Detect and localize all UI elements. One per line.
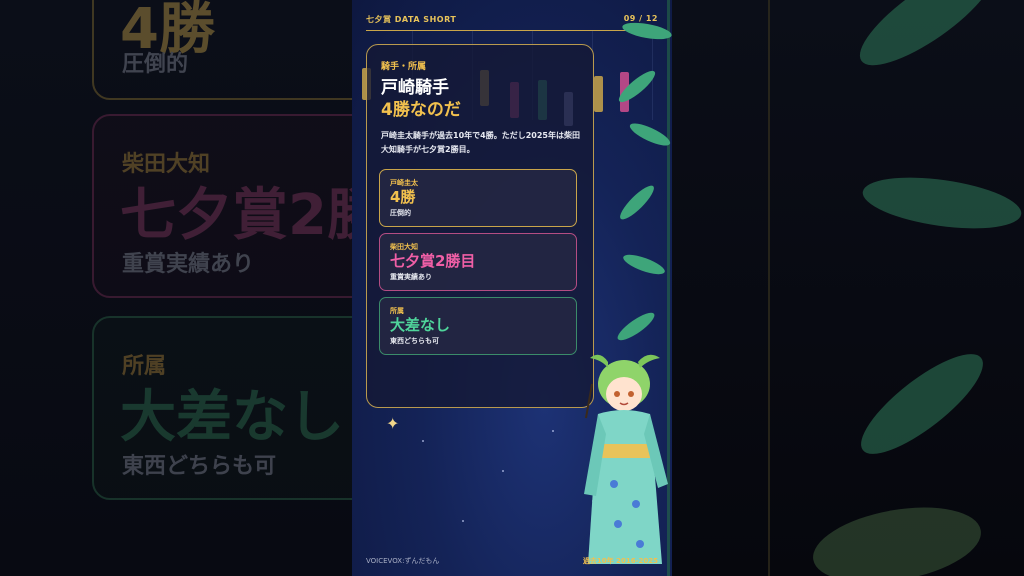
panel-title-line1: 戸崎騎手 (381, 78, 449, 98)
candle-bar (594, 76, 603, 112)
ghost-grid-line (768, 0, 770, 576)
ghost-card-1-sub: 圧倒的 (122, 52, 189, 77)
header-bar: 七夕賞 DATA SHORT 09 / 12 (366, 14, 658, 31)
ghost-card-3-sub: 東西どちらも可 (122, 454, 277, 479)
ghost-leaf (848, 338, 996, 470)
stat-card-label: 柴田大知 (390, 243, 418, 251)
stat-card-value: 七夕賞2勝目 (390, 252, 476, 270)
stat-card-label: 戸崎圭太 (390, 179, 418, 187)
bamboo-leaf (621, 250, 667, 279)
voice-credit: VOICEVOX:ずんだもん (366, 557, 440, 565)
ghost-card-2-sub: 重賞実績あり (122, 252, 255, 277)
section-label: 騎手・所属 (381, 62, 427, 72)
zundamon-character (584, 354, 668, 564)
bamboo-leaf (614, 308, 658, 345)
bamboo-leaf (627, 119, 672, 150)
bamboo-leaf (616, 181, 658, 224)
phone-screen: 七夕賞 DATA SHORT 09 / 12 ✦ 騎手・所属 戸崎騎手 4勝なの… (352, 0, 672, 576)
stat-card-sub: 東西どちらも可 (390, 337, 439, 345)
data-range: 過去10年 2016-2025 (582, 557, 658, 565)
stat-card-affiliation: 所属 大差なし 東西どちらも可 (379, 297, 577, 355)
panel-title-line2: 4勝なのだ (381, 100, 461, 120)
ghost-card-1: 4勝 圧倒的 (92, 0, 352, 100)
ghost-leaf (847, 0, 1007, 82)
content-panel: 騎手・所属 戸崎騎手 4勝なのだ 戸崎圭太騎手が過去10年で4勝。ただし2025… (366, 44, 594, 408)
ghost-card-2: 柴田大知 七夕賞2勝 重賞実績あり (92, 114, 352, 298)
ghost-card-3: 所属 大差なし 東西どちらも可 (92, 316, 352, 500)
stat-card-value: 大差なし (390, 316, 451, 334)
ghost-leaf (807, 495, 987, 576)
stat-card-sub: 圧倒的 (390, 209, 411, 217)
bamboo-leaf (621, 19, 672, 43)
star-dot (502, 470, 504, 472)
stat-card-value: 4勝 (390, 188, 416, 206)
header-title: 七夕賞 DATA SHORT (366, 15, 457, 24)
ghost-card-2-label: 柴田大知 (122, 152, 211, 177)
ghost-card-3-label: 所属 (122, 354, 167, 379)
stat-card-shibata: 柴田大知 七夕賞2勝目 重賞実績あり (379, 233, 577, 291)
panel-description: 戸崎圭太騎手が過去10年で4勝。ただし2025年は柴田大知騎手が七夕賞2勝目。 (381, 131, 580, 154)
panel-title: 戸崎騎手 4勝なのだ (381, 77, 461, 121)
ghost-card-3-value: 大差なし (120, 385, 344, 450)
background-left: 4勝 圧倒的 柴田大知 七夕賞2勝 重賞実績あり 所属 大差なし 東西どちらも可 (0, 0, 352, 576)
star-dot (462, 520, 464, 522)
sparkle-icon: ✦ (386, 414, 400, 433)
stat-card-jockey: 戸崎圭太 4勝 圧倒的 (379, 169, 577, 227)
stat-card-label: 所属 (390, 307, 404, 315)
stat-card-sub: 重賞実績あり (390, 273, 432, 281)
background-right (672, 0, 1024, 576)
star-dot (422, 440, 424, 442)
star-dot (552, 430, 554, 432)
ghost-leaf (859, 169, 1024, 237)
ghost-card-2-value: 七夕賞2勝 (120, 183, 352, 248)
